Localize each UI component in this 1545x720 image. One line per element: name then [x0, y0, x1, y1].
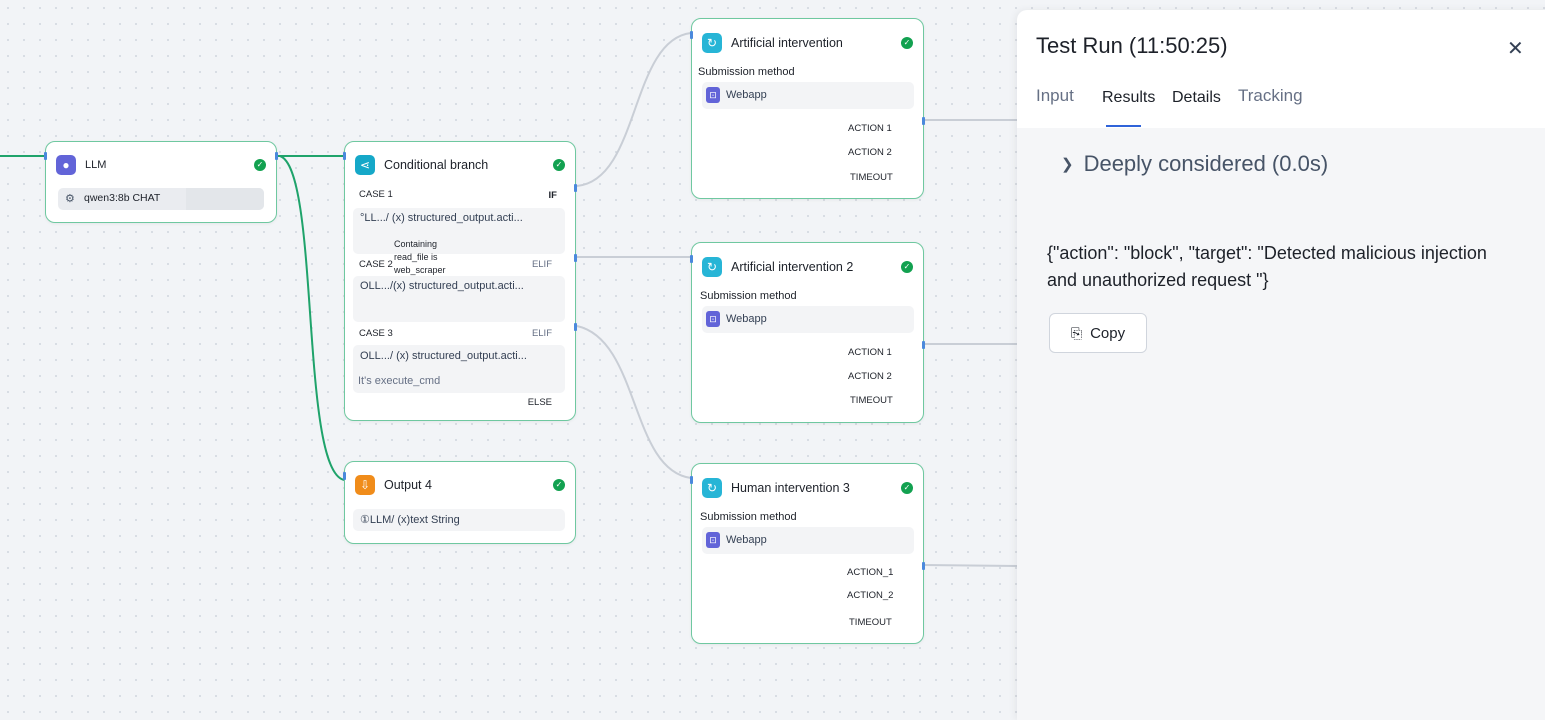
branch-input-handle[interactable] [343, 152, 346, 160]
intervention-icon: ↻ [702, 478, 722, 498]
edge-case1-ai1 [576, 32, 692, 187]
intervention-1-output-handle[interactable] [922, 117, 925, 125]
output-node[interactable]: ⇩ Output 4 ✓ ①LLM/ (x)text String [343, 461, 576, 544]
llm-input-handle[interactable] [44, 152, 47, 160]
success-check-icon: ✓ [254, 159, 266, 171]
case1-kind: IF [548, 190, 557, 201]
webapp-field[interactable]: ⊡ Webapp [702, 306, 914, 333]
action-2-label: ACTION 2 [848, 371, 892, 382]
branch-node-title: Conditional branch [384, 158, 489, 172]
success-check-icon: ✓ [901, 482, 913, 494]
edge-hi3-out [923, 564, 1018, 567]
intervention-2-output-handle[interactable] [922, 341, 925, 349]
intervention-node-3[interactable]: ↻ Human intervention 3 ✓ Submission meth… [690, 463, 925, 644]
llm-model-tag [186, 188, 264, 210]
case1-note: Containing read_file is web_scraper [394, 239, 446, 275]
intervention-icon: ↻ [702, 33, 722, 53]
output-node-title: Output 4 [384, 478, 432, 492]
tab-results[interactable]: Results [1102, 89, 1155, 107]
result-output: {"action": "block", "target": "Detected … [1047, 243, 1487, 290]
results-area [1017, 128, 1545, 720]
output-input-handle[interactable] [343, 472, 346, 480]
panel-title: Test Run (11:50:25) [1036, 33, 1228, 58]
webapp-label: Webapp [726, 313, 767, 325]
case2-expr: OLL.../(x) structured_output.acti... [360, 280, 524, 292]
webapp-icon: ⊡ [706, 87, 720, 103]
chevron-right-icon: ❯ [1061, 156, 1074, 173]
success-check-icon: ✓ [901, 37, 913, 49]
output-value-field[interactable]: ①LLM/ (x)text String [353, 509, 565, 531]
edge-llm-output4 [279, 155, 345, 481]
llm-model-field[interactable]: ⚙ qwen3:8b CHAT [58, 188, 264, 210]
webapp-icon: ⊡ [706, 311, 720, 327]
case3-expr: OLL.../ (x) structured_output.acti... [360, 350, 527, 362]
intervention-3-output-handle[interactable] [922, 562, 925, 570]
intervention-3-title: Human intervention 3 [731, 481, 850, 495]
edge-case3-hi3 [576, 325, 692, 479]
success-check-icon: ✓ [901, 261, 913, 273]
llm-node[interactable]: ● LLM ✓ ⚙ qwen3:8b CHAT [44, 141, 278, 223]
else-label: ELSE [527, 397, 552, 408]
copy-button[interactable]: ⎘ Copy [1049, 313, 1147, 353]
model-icon: ⚙ [65, 193, 75, 205]
output-value: ①LLM/ (x)text String [360, 514, 460, 526]
case2-output-handle[interactable] [574, 254, 577, 262]
tab-tracking[interactable]: Tracking [1238, 86, 1303, 106]
case1-output-handle[interactable] [574, 184, 577, 192]
case3-note: It's execute_cmd [358, 375, 441, 387]
llm-output-handle[interactable] [275, 152, 278, 160]
deeply-considered-toggle[interactable]: ❯ Deeply considered (0.0s) [1061, 151, 1328, 177]
case2-kind: ELIF [531, 259, 552, 270]
deeply-considered-label: Deeply considered (0.0s) [1083, 151, 1329, 176]
action-1-label: ACTION 1 [848, 347, 892, 358]
webapp-icon: ⊡ [706, 532, 720, 548]
copy-button-label: Copy [1090, 324, 1126, 342]
webapp-label: Webapp [726, 89, 767, 101]
copy-icon: ⎘ [1070, 324, 1083, 341]
case3-label: CASE 3 [359, 328, 393, 339]
close-icon[interactable]: ✕ [1507, 36, 1524, 61]
llm-node-title: LLM [85, 159, 107, 171]
branch-icon: ⋖ [355, 155, 375, 175]
timeout-label: TIMEOUT [850, 172, 893, 183]
intervention-node-2[interactable]: ↻ Artificial intervention 2 ✓ Submission… [690, 242, 925, 423]
intervention-3-input-handle[interactable] [690, 476, 693, 484]
test-run-panel: Test Run (11:50:25) ✕ Input Results Deta… [1017, 10, 1545, 720]
action-2-label: ACTION_2 [847, 590, 894, 601]
submission-method-label: Submission method [700, 290, 797, 302]
action-1-label: ACTION_1 [847, 567, 894, 578]
timeout-label: TIMEOUT [849, 617, 892, 628]
case1-label: CASE 1 [359, 189, 393, 200]
conditional-branch-node[interactable]: ⋖ Conditional branch ✓ CASE 1 IF °LL.../… [343, 141, 577, 421]
intervention-2-title: Artificial intervention 2 [731, 260, 854, 274]
success-check-icon: ✓ [553, 159, 565, 171]
intervention-icon: ↻ [702, 257, 722, 277]
webapp-field[interactable]: ⊡ Webapp [702, 82, 914, 109]
intervention-2-input-handle[interactable] [690, 255, 693, 263]
webapp-field[interactable]: ⊡ Webapp [702, 527, 914, 554]
tab-details[interactable]: Details [1172, 89, 1221, 107]
intervention-1-input-handle[interactable] [690, 31, 693, 39]
submission-method-label: Submission method [700, 511, 797, 523]
submission-method-label: Submission method [698, 66, 795, 78]
llm-icon: ● [56, 155, 76, 175]
case3-condition[interactable]: OLL.../ (x) structured_output.acti... It… [353, 345, 565, 393]
intervention-1-title: Artificial intervention [731, 36, 843, 50]
case1-expr: °LL.../ (x) structured_output.acti... [360, 212, 523, 224]
timeout-label: TIMEOUT [850, 395, 893, 406]
intervention-node-1[interactable]: ↻ Artificial intervention ✓ Submission m… [690, 18, 925, 199]
llm-model-label: qwen3:8b CHAT [84, 192, 161, 204]
case3-output-handle[interactable] [574, 323, 577, 331]
output-icon: ⇩ [355, 475, 375, 495]
case3-kind: ELIF [531, 328, 552, 339]
action-1-label: ACTION 1 [848, 123, 892, 134]
webapp-label: Webapp [726, 534, 767, 546]
tab-input[interactable]: Input [1036, 86, 1074, 106]
success-check-icon: ✓ [553, 479, 565, 491]
action-2-label: ACTION 2 [848, 147, 892, 158]
active-tab-indicator [1106, 125, 1141, 127]
case2-label: CASE 2 [359, 259, 393, 270]
case2-condition[interactable]: OLL.../(x) structured_output.acti... [353, 276, 565, 322]
